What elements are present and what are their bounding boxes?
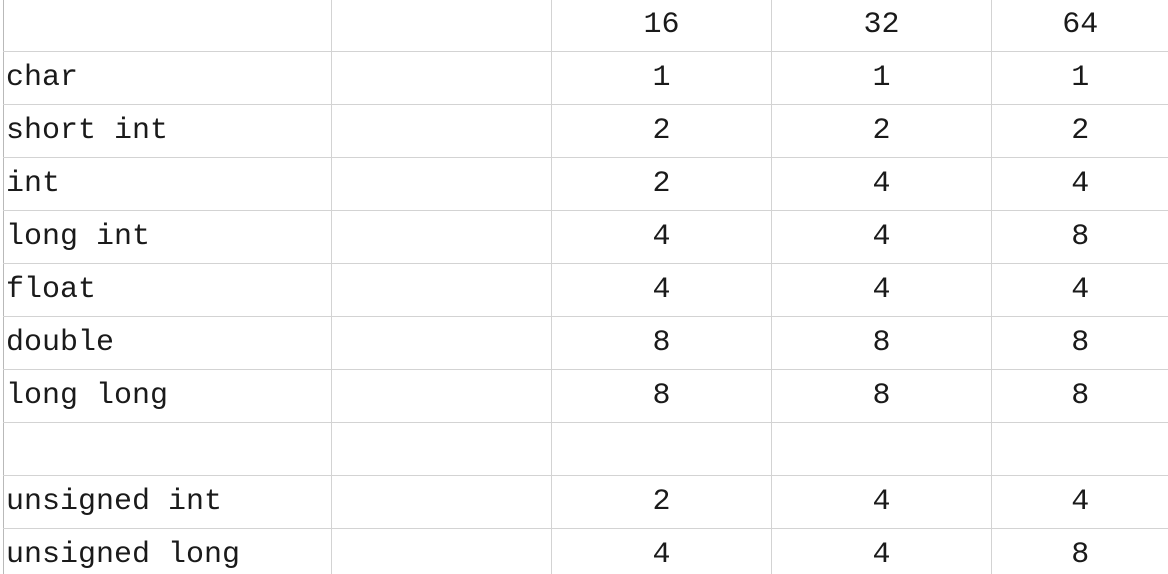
cell-16-bit[interactable]: 4 [551,528,772,574]
cell-32-bit[interactable]: 4 [771,263,992,317]
spreadsheet-canvas: 16 32 64 char 1 1 1 short int 2 2 2 int 2 4 4 long int 4… [0,0,1168,574]
table-body: 16 32 64 char 1 1 1 short int 2 2 2 int 2 4 4 long int 4… [3,0,1168,574]
row-label-int[interactable]: int [3,157,332,211]
table-row: char 1 1 1 [3,51,1168,105]
cell-16-bit[interactable]: 2 [551,475,772,529]
cell-16-bit[interactable]: 8 [551,316,772,370]
column-header-32[interactable]: 32 [771,0,992,52]
row-spacer-cell[interactable] [331,210,552,264]
cell-64-bit[interactable]: 4 [991,263,1168,317]
column-header-16[interactable]: 16 [551,0,772,52]
row-label-double[interactable]: double [3,316,332,370]
data-type-size-table: 16 32 64 char 1 1 1 short int 2 2 2 int 2 4 4 long int 4… [3,0,1168,574]
row-spacer-cell[interactable] [331,528,552,574]
cell-16-bit[interactable]: 8 [551,369,772,423]
table-row: long int 4 4 8 [3,210,1168,264]
cell-64-bit[interactable]: 8 [991,369,1168,423]
row-label-short-int[interactable]: short int [3,104,332,158]
column-header-row-label[interactable] [3,0,332,52]
cell-16-bit[interactable]: 2 [551,157,772,211]
row-label-float[interactable]: float [3,263,332,317]
column-header-64[interactable]: 64 [991,0,1168,52]
cell-32-bit[interactable]: 8 [771,369,992,423]
cell-32-bit[interactable]: 4 [771,157,992,211]
cell-32-bit[interactable]: 1 [771,51,992,105]
row-label-unsigned-int[interactable]: unsigned int [3,475,332,529]
row-label-blank[interactable] [3,422,332,476]
row-spacer-cell[interactable] [331,104,552,158]
table-header-row: 16 32 64 [3,0,1168,52]
table-row: unsigned int 2 4 4 [3,475,1168,529]
cell-64-bit[interactable]: 1 [991,51,1168,105]
row-label-long-long[interactable]: long long [3,369,332,423]
row-spacer-cell[interactable] [331,263,552,317]
cell-32-bit[interactable]: 4 [771,528,992,574]
cell-32-bit[interactable]: 4 [771,475,992,529]
table-row: double 8 8 8 [3,316,1168,370]
row-spacer-cell[interactable] [331,316,552,370]
cell-32-bit[interactable]: 8 [771,316,992,370]
row-spacer-cell[interactable] [331,475,552,529]
cell-16-bit[interactable]: 1 [551,51,772,105]
cell-64-bit[interactable] [991,422,1168,476]
table-row: float 4 4 4 [3,263,1168,317]
row-label-char[interactable]: char [3,51,332,105]
column-header-spacer[interactable] [331,0,552,52]
row-spacer-cell[interactable] [331,157,552,211]
table-row: short int 2 2 2 [3,104,1168,158]
row-label-long-int[interactable]: long int [3,210,332,264]
cell-16-bit[interactable] [551,422,772,476]
table-row: long long 8 8 8 [3,369,1168,423]
cell-64-bit[interactable]: 4 [991,157,1168,211]
cell-64-bit[interactable]: 8 [991,528,1168,574]
cell-16-bit[interactable]: 2 [551,104,772,158]
row-spacer-cell[interactable] [331,369,552,423]
table-spacer-row [3,422,1168,476]
cell-64-bit[interactable]: 2 [991,104,1168,158]
row-spacer-cell[interactable] [331,51,552,105]
cell-64-bit[interactable]: 8 [991,316,1168,370]
row-spacer-cell[interactable] [331,422,552,476]
cell-64-bit[interactable]: 4 [991,475,1168,529]
cell-16-bit[interactable]: 4 [551,263,772,317]
cell-32-bit[interactable]: 4 [771,210,992,264]
cell-64-bit[interactable]: 8 [991,210,1168,264]
cell-16-bit[interactable]: 4 [551,210,772,264]
table-row: int 2 4 4 [3,157,1168,211]
table-row: unsigned long 4 4 8 [3,528,1168,574]
row-label-unsigned-long[interactable]: unsigned long [3,528,332,574]
cell-32-bit[interactable]: 2 [771,104,992,158]
cell-32-bit[interactable] [771,422,992,476]
